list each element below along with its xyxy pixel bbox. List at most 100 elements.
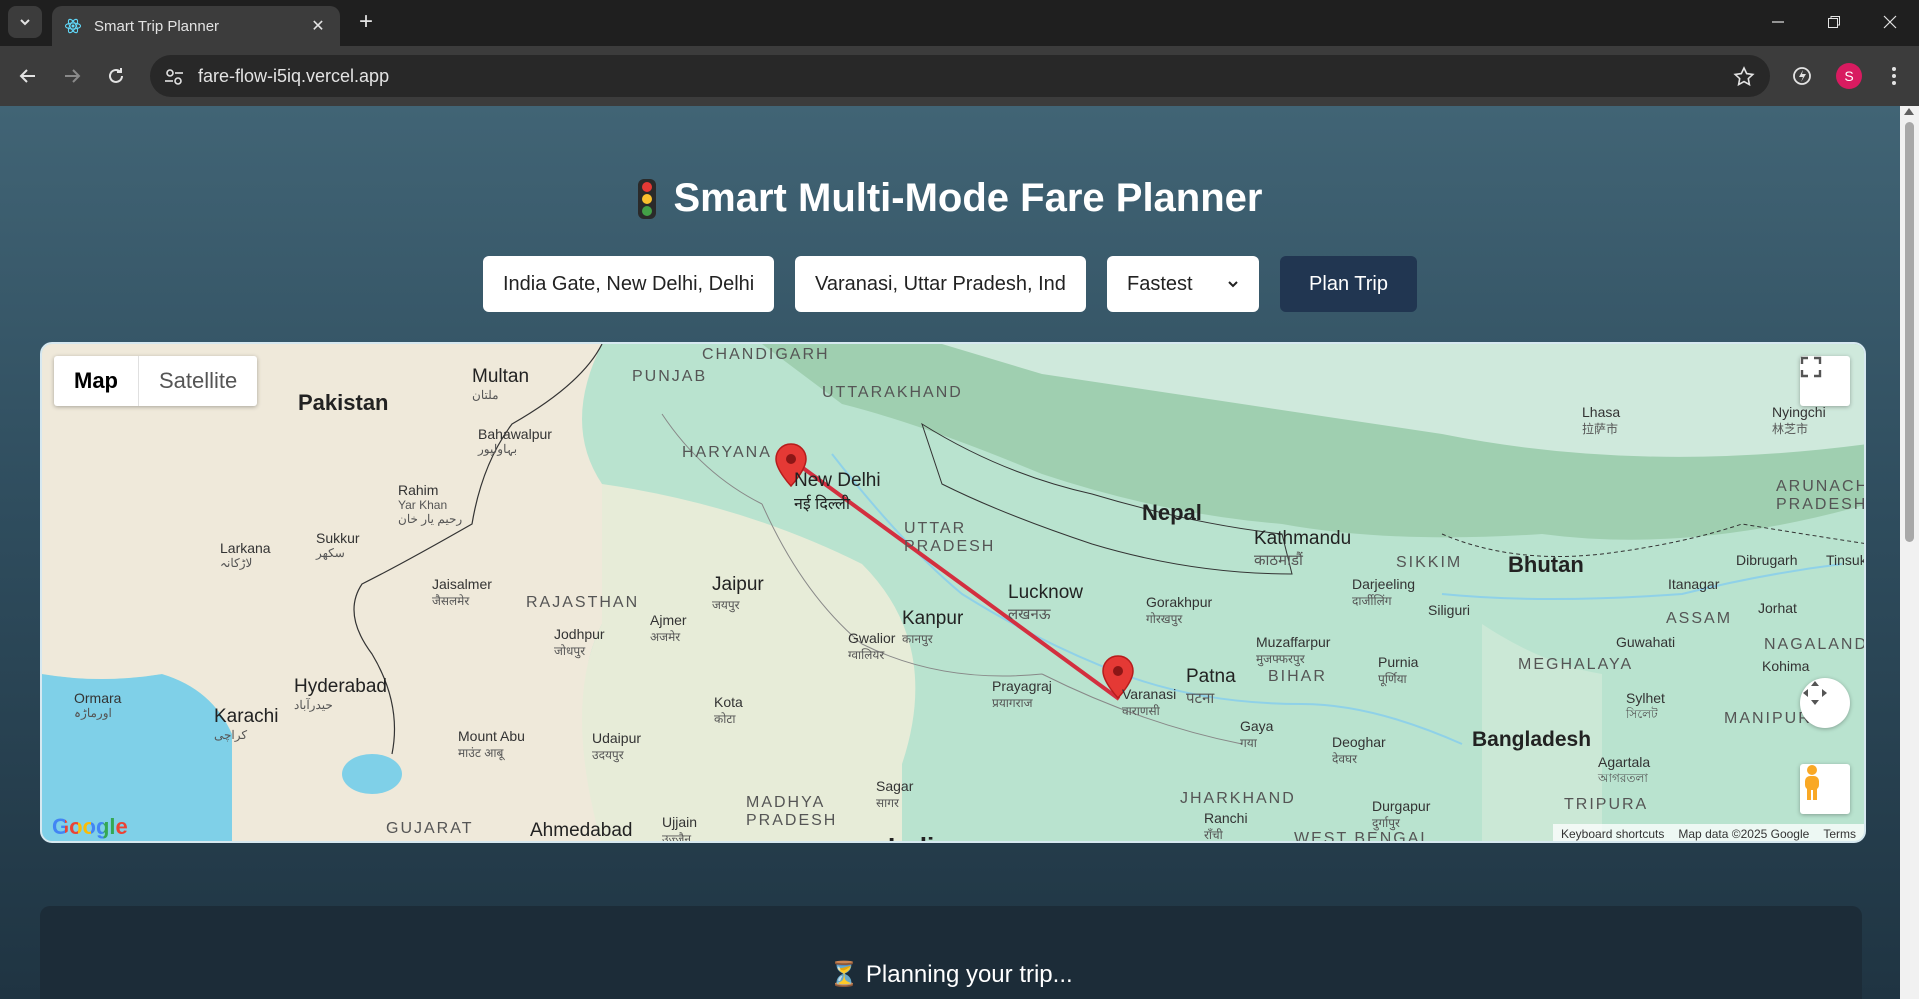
map-label: Itanagar bbox=[1668, 576, 1720, 592]
page-title-text: Smart Multi-Mode Fare Planner bbox=[673, 176, 1263, 220]
map-label: UTTAR PRADESH bbox=[904, 520, 996, 555]
arrow-left-icon bbox=[19, 69, 35, 83]
bookmark-star-icon[interactable] bbox=[1732, 65, 1756, 89]
restore-button[interactable] bbox=[1814, 8, 1854, 36]
performance-button[interactable] bbox=[1786, 60, 1818, 92]
tab-close-icon[interactable]: ✕ bbox=[308, 16, 328, 36]
map-label: Purnia पूर्णिया bbox=[1378, 654, 1419, 686]
map-label: Larkana لاڑکانہ bbox=[220, 540, 271, 570]
map-label: Rahim Yar Khan رحیم یار خان bbox=[398, 482, 463, 526]
map-label: Ormara اورماڑہ bbox=[74, 690, 122, 720]
chevron-down-icon bbox=[20, 19, 30, 26]
map-label: Siliguri bbox=[1428, 602, 1471, 618]
map-label: Gaya गया bbox=[1240, 718, 1274, 750]
map-label: Tinsuk bbox=[1826, 552, 1866, 568]
map-label: Guwahati bbox=[1616, 634, 1676, 650]
address-bar[interactable]: fare-flow-i5iq.vercel.app bbox=[150, 55, 1770, 97]
camera-control-button[interactable] bbox=[1800, 678, 1850, 728]
map-label: JHARKHAND bbox=[1180, 790, 1296, 807]
map-type-map-button[interactable]: Map bbox=[54, 356, 138, 406]
map-label: Agartala আগরতলা bbox=[1598, 754, 1651, 785]
reload-button[interactable] bbox=[100, 60, 132, 92]
map-label: Muzaffarpur मुजफ्फरपुर bbox=[1256, 634, 1331, 666]
map-label: Durgapur दुर्गापुर bbox=[1372, 798, 1431, 830]
map-label: BIHAR bbox=[1268, 668, 1327, 685]
map-label: Karachi کراچی bbox=[214, 706, 279, 742]
map-label: Varanasi वाराणसी bbox=[1122, 686, 1177, 718]
traffic-light-icon bbox=[637, 178, 656, 219]
tab-search-button[interactable] bbox=[8, 6, 42, 38]
minimize-button[interactable] bbox=[1758, 8, 1798, 36]
profile-avatar[interactable]: S bbox=[1836, 63, 1862, 89]
site-info-icon[interactable] bbox=[162, 65, 186, 89]
map-label: Jaisalmer जैसलमेर bbox=[432, 576, 492, 608]
mode-select[interactable]: Fastest bbox=[1107, 256, 1259, 312]
google-logo: Google bbox=[52, 814, 128, 839]
map-label: Kohima bbox=[1762, 658, 1810, 674]
page-content: Smart Multi-Mode Fare Planner Fastest Pl… bbox=[0, 106, 1900, 999]
map-label: Ahmedabad bbox=[530, 820, 633, 841]
map-label: MADHYA PRADESH bbox=[746, 794, 838, 829]
map-label: MANIPUR bbox=[1724, 710, 1812, 727]
mode-select-value: Fastest bbox=[1127, 272, 1193, 295]
map-label: Kathmandu काठमाडौं bbox=[1254, 528, 1352, 569]
scroll-up-icon[interactable] bbox=[1904, 108, 1914, 115]
plan-trip-button[interactable]: Plan Trip bbox=[1280, 256, 1417, 312]
keyboard-shortcuts-link[interactable]: Keyboard shortcuts bbox=[1561, 827, 1664, 841]
back-button[interactable] bbox=[12, 60, 44, 92]
close-window-button[interactable] bbox=[1870, 8, 1910, 36]
map-label: TRIPURA bbox=[1564, 796, 1649, 813]
map-label: Sylhet সিলেট bbox=[1626, 690, 1665, 721]
map-label: MEGHALAYA bbox=[1518, 656, 1634, 673]
map-label: RAJASTHAN bbox=[526, 594, 640, 611]
destination-input[interactable] bbox=[795, 256, 1086, 312]
map-label: Jorhat bbox=[1758, 600, 1797, 616]
new-tab-button[interactable]: + bbox=[352, 10, 380, 36]
map-label: Hyderabad حیدرآباد bbox=[294, 676, 387, 712]
map-label: Bahawalpur بہاولپور bbox=[478, 426, 552, 456]
map-label: Nyingchi 林芝市 bbox=[1772, 404, 1826, 436]
map-label: HARYANA bbox=[682, 444, 772, 461]
browser-tab-active[interactable]: Smart Trip Planner ✕ bbox=[52, 6, 340, 46]
scroll-thumb[interactable] bbox=[1905, 122, 1914, 542]
map-label: Kota कोटा bbox=[714, 694, 743, 726]
map-label: Jodhpur जोधपुर bbox=[554, 626, 605, 658]
origin-input[interactable] bbox=[483, 256, 774, 312]
react-logo-icon bbox=[64, 18, 82, 34]
tab-title: Smart Trip Planner bbox=[94, 17, 220, 35]
browser-toolbar: fare-flow-i5iq.vercel.app S bbox=[0, 46, 1919, 106]
map-label: Gwalior ग्वालियर bbox=[848, 630, 896, 662]
performance-icon bbox=[1793, 67, 1811, 85]
map-label: Pakistan bbox=[298, 390, 389, 415]
trip-form: Fastest Plan Trip bbox=[0, 256, 1900, 312]
page-title: Smart Multi-Mode Fare Planner bbox=[637, 176, 1263, 221]
map-label: Deoghar देवघर bbox=[1332, 734, 1386, 766]
page-scrollbar[interactable] bbox=[1900, 106, 1919, 999]
map-label: WEST BENGAL bbox=[1294, 830, 1432, 843]
terms-link[interactable]: Terms bbox=[1823, 827, 1856, 841]
reload-icon bbox=[109, 68, 123, 83]
map-label: GUJARAT bbox=[386, 820, 474, 837]
map-type-satellite-button[interactable]: Satellite bbox=[138, 356, 257, 406]
minimize-icon bbox=[1772, 21, 1784, 23]
map-label: PUNJAB bbox=[632, 368, 708, 385]
more-vertical-icon bbox=[1892, 67, 1896, 85]
forward-button[interactable] bbox=[56, 60, 88, 92]
street-view-pegman-button[interactable] bbox=[1800, 764, 1850, 814]
pegman-icon bbox=[1805, 765, 1819, 800]
map-label: Ajmer अजमेर bbox=[650, 612, 687, 644]
map-label: Lhasa 拉萨市 bbox=[1582, 404, 1621, 436]
map-data-text: Map data ©2025 Google bbox=[1678, 827, 1810, 841]
map-type-control: Map Satellite bbox=[54, 356, 258, 406]
restore-icon bbox=[1828, 16, 1840, 28]
map-label: ASSAM bbox=[1666, 610, 1733, 627]
map-attribution: Keyboard shortcuts Map data ©2025 Google… bbox=[1553, 824, 1864, 841]
fullscreen-button[interactable] bbox=[1800, 356, 1850, 406]
map-label: Sukkur سکھر bbox=[316, 530, 360, 560]
map-label: ARUNACHALPRADESH bbox=[1776, 478, 1866, 513]
map-label: Prayagraj प्रयागराज bbox=[992, 678, 1052, 710]
map-label: UTTARAKHAND bbox=[822, 384, 963, 401]
browser-menu-button[interactable] bbox=[1878, 60, 1910, 92]
map-label: Udaipur उदयपुर bbox=[592, 730, 642, 762]
route-map[interactable]: CHANDIGARH PUNJAB UTTARAKHAND HARYANA Pa… bbox=[40, 342, 1866, 843]
